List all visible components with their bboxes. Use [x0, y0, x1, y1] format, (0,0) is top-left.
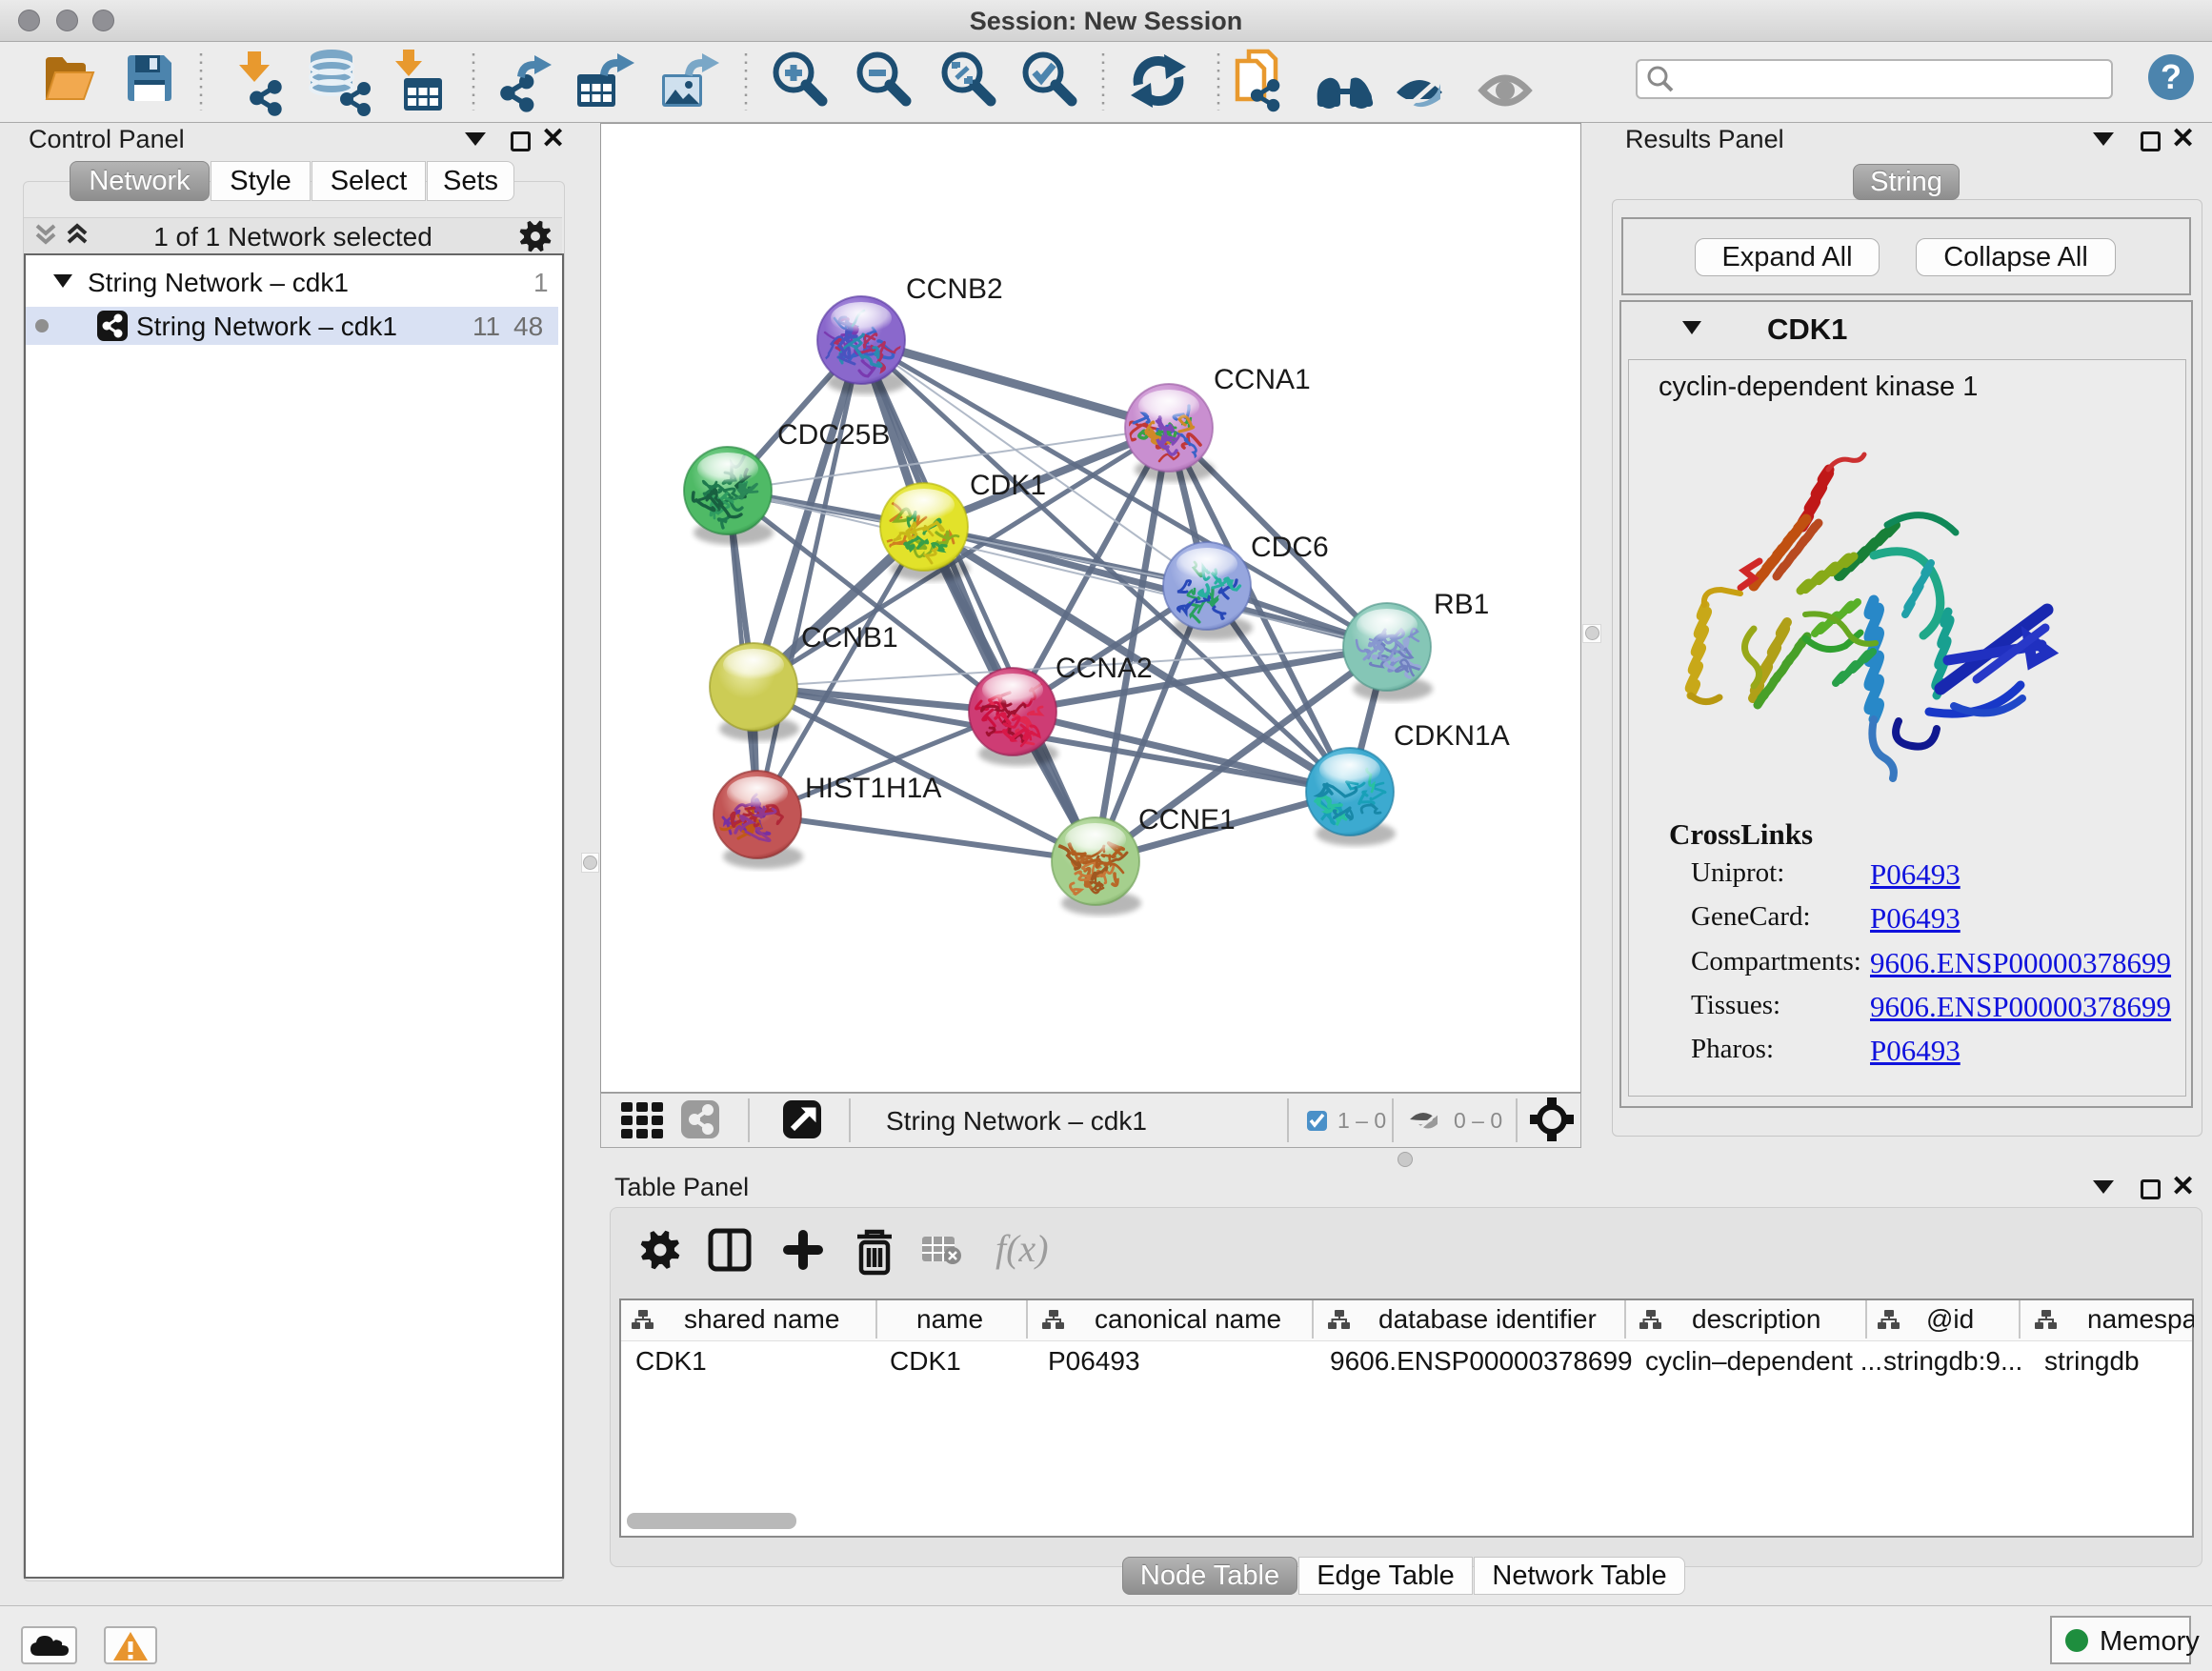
- svg-text:cyclin–dependent ...: cyclin–dependent ...: [1645, 1346, 1882, 1376]
- svg-text:name: name: [916, 1304, 983, 1334]
- svg-text:0 – 0: 0 – 0: [1454, 1108, 1502, 1133]
- svg-text:CCNA2: CCNA2: [1056, 653, 1153, 684]
- svg-text:f(x): f(x): [995, 1227, 1049, 1270]
- svg-text:CDC25B: CDC25B: [777, 419, 890, 451]
- svg-text:@id: @id: [1926, 1304, 1974, 1334]
- svg-text:namespace: namespace: [2087, 1304, 2194, 1334]
- svg-text:RB1: RB1: [1434, 589, 1489, 620]
- svg-text:stringdb: stringdb: [2044, 1346, 2140, 1376]
- svg-text:database identifier: database identifier: [1378, 1304, 1597, 1334]
- svg-text:CDK1: CDK1: [970, 470, 1046, 501]
- svg-text:CDKN1A: CDKN1A: [1394, 720, 1510, 752]
- svg-text:P06493: P06493: [1048, 1346, 1140, 1376]
- svg-text:shared name: shared name: [684, 1304, 839, 1334]
- svg-text:CCNB1: CCNB1: [801, 622, 898, 654]
- svg-text:stringdb:9...: stringdb:9...: [1883, 1346, 2022, 1376]
- svg-text:CCNB2: CCNB2: [906, 273, 1003, 305]
- svg-text:CDC6: CDC6: [1251, 532, 1329, 563]
- svg-text:CCNA1: CCNA1: [1214, 364, 1311, 395]
- svg-text:description: description: [1692, 1304, 1820, 1334]
- svg-text:1 – 0: 1 – 0: [1337, 1108, 1386, 1133]
- svg-text:9606.ENSP00000378699: 9606.ENSP00000378699: [1330, 1346, 1633, 1376]
- svg-text:CDK1: CDK1: [890, 1346, 961, 1376]
- svg-text:String Network – cdk1: String Network – cdk1: [886, 1106, 1147, 1136]
- svg-text:HIST1H1A: HIST1H1A: [805, 773, 941, 804]
- svg-text:CCNE1: CCNE1: [1138, 804, 1236, 836]
- svg-text:canonical name: canonical name: [1095, 1304, 1281, 1334]
- svg-text:CDK1: CDK1: [635, 1346, 707, 1376]
